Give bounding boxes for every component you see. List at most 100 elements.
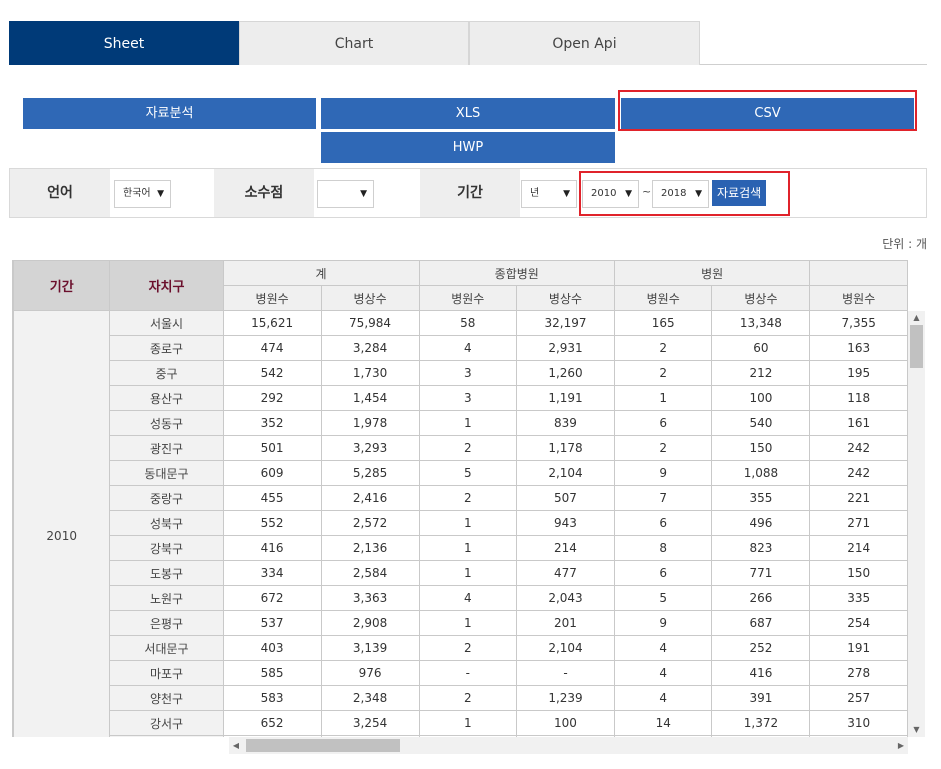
value-cell: 2	[418, 635, 518, 661]
value-cell: 2,416	[320, 485, 420, 511]
value-cell: -	[418, 660, 518, 686]
value-cell: 75,984	[320, 310, 420, 336]
horizontal-scroll-thumb[interactable]	[246, 739, 400, 752]
subheader: 병원수	[222, 285, 322, 311]
period-cell: 2010	[13, 310, 111, 737]
value-cell: 496	[711, 510, 811, 536]
value-cell: 6	[613, 560, 713, 586]
value-cell: 540	[711, 410, 811, 436]
value-cell: 2,908	[320, 610, 420, 636]
vertical-scrollbar[interactable]: ▲ ▼	[908, 311, 925, 737]
value-cell: 252	[711, 635, 811, 661]
value-cell: 416	[222, 535, 322, 561]
subheader: 병상수	[320, 285, 420, 311]
value-cell: 58	[418, 310, 518, 336]
header-group-hospital: 병원	[613, 260, 811, 286]
value-cell: 4	[613, 685, 713, 711]
arrow-left-icon[interactable]: ◀	[229, 737, 243, 754]
value-cell: 150	[711, 435, 811, 461]
value-cell: 652	[222, 710, 322, 736]
subheader: 병상수	[711, 285, 811, 311]
data-table-viewport: 기간 자치구 계 종합병원 병원 병원수 병상수 병원수 병상수 병원수 병상수…	[12, 260, 908, 737]
subheader: 병원수	[418, 285, 518, 311]
period-unit-select[interactable]: 년 ▼	[521, 180, 577, 208]
value-cell: 352	[222, 410, 322, 436]
table-row: 성북구 552 2,572 1 943 6 496 271	[14, 510, 908, 536]
arrow-up-icon[interactable]: ▲	[908, 311, 925, 325]
district-cell: 서대문구	[109, 635, 224, 661]
value-cell: 7,355	[809, 310, 908, 336]
caret-down-icon: ▼	[563, 189, 570, 199]
value-cell: 150	[809, 560, 908, 586]
period-label: 기간	[420, 169, 520, 217]
year-range-highlight-box	[579, 171, 790, 216]
value-cell: -	[516, 660, 615, 686]
value-cell: 2,931	[516, 335, 615, 361]
xls-button[interactable]: XLS	[321, 98, 615, 129]
language-value: 한국어	[123, 188, 151, 199]
district-cell: 강서구	[109, 710, 224, 736]
tab-sheet[interactable]: Sheet	[9, 21, 239, 65]
tab-open-api[interactable]: Open Api	[469, 21, 700, 65]
period-unit-value: 년	[530, 188, 540, 199]
value-cell: 191	[809, 635, 908, 661]
value-cell: 474	[222, 335, 322, 361]
value-cell: 257	[809, 685, 908, 711]
district-cell: 양천구	[109, 685, 224, 711]
value-cell: 1,730	[320, 360, 420, 386]
value-cell: 507	[516, 485, 615, 511]
decimal-label: 소수점	[214, 169, 314, 217]
value-cell: 542	[222, 360, 322, 386]
value-cell: 201	[516, 610, 615, 636]
value-cell: 1,239	[516, 685, 615, 711]
table-row: 강북구 416 2,136 1 214 8 823 214	[14, 535, 908, 561]
value-cell: 278	[809, 660, 908, 686]
language-select[interactable]: 한국어 ▼	[114, 180, 171, 208]
vertical-scroll-thumb[interactable]	[910, 325, 923, 368]
district-cell: 노원구	[109, 585, 224, 611]
district-cell: 용산구	[109, 385, 224, 411]
value-cell: 60	[711, 335, 811, 361]
arrow-right-icon[interactable]: ▶	[894, 737, 908, 754]
value-cell: 1,454	[320, 385, 420, 411]
value-cell: 2	[418, 485, 518, 511]
value-cell: 4	[613, 635, 713, 661]
hwp-button[interactable]: HWP	[321, 132, 615, 163]
value-cell: 2	[418, 685, 518, 711]
header-group-next	[809, 260, 908, 286]
tab-chart[interactable]: Chart	[239, 21, 469, 65]
value-cell: 254	[809, 610, 908, 636]
district-cell: 강북구	[109, 535, 224, 561]
value-cell: 3	[418, 360, 518, 386]
data-table: 기간 자치구 계 종합병원 병원 병원수 병상수 병원수 병상수 병원수 병상수…	[13, 260, 908, 737]
district-cell: 도봉구	[109, 560, 224, 586]
arrow-down-icon[interactable]: ▼	[908, 723, 925, 737]
decimal-select[interactable]: ▼	[317, 180, 374, 208]
value-cell: 15,621	[222, 310, 322, 336]
value-cell: 1	[418, 560, 518, 586]
table-row: 양천구 583 2,348 2 1,239 4 391 257	[14, 685, 908, 711]
value-cell: 416	[711, 660, 811, 686]
value-cell: 292	[222, 385, 322, 411]
district-cell: 성동구	[109, 410, 224, 436]
table-row: 강서구 652 3,254 1 100 14 1,372 310	[14, 710, 908, 736]
csv-highlight-box	[618, 90, 917, 131]
horizontal-scrollbar[interactable]: ◀ ▶	[229, 737, 908, 754]
district-cell: 중랑구	[109, 485, 224, 511]
analysis-button[interactable]: 자료분석	[23, 98, 316, 129]
value-cell: 1,260	[516, 360, 615, 386]
caret-down-icon: ▼	[360, 189, 367, 199]
value-cell: 403	[222, 635, 322, 661]
value-cell: 976	[320, 660, 420, 686]
value-cell: 1,191	[516, 385, 615, 411]
value-cell: 1,088	[711, 460, 811, 486]
value-cell: 1	[418, 610, 518, 636]
value-cell: 14	[613, 710, 713, 736]
value-cell: 501	[222, 435, 322, 461]
value-cell: 1,372	[711, 710, 811, 736]
value-cell: 839	[516, 410, 615, 436]
district-cell: 동대문구	[109, 460, 224, 486]
value-cell: 2,104	[516, 460, 615, 486]
value-cell: 9	[613, 610, 713, 636]
table-row: 마포구 585 976- -4 416 278	[14, 660, 908, 686]
